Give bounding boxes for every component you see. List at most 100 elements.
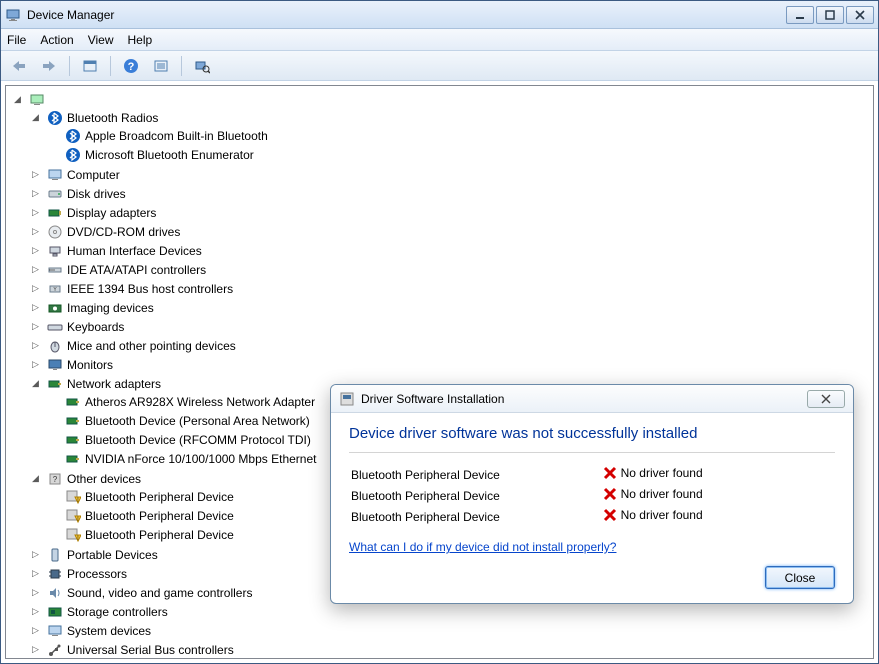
driver-install-icon (339, 391, 355, 407)
expander-icon[interactable]: ▷ (30, 226, 41, 237)
expander-icon[interactable]: ▷ (30, 549, 41, 560)
expander-icon[interactable]: ▷ (30, 625, 41, 636)
dialog-close-button[interactable] (807, 390, 845, 408)
expander-icon[interactable]: ◢ (30, 378, 41, 389)
tree-item-od-bpd[interactable]: !Bluetooth Peripheral Device (48, 507, 234, 524)
device-status: No driver found (621, 466, 703, 480)
expander-icon[interactable]: ▷ (30, 302, 41, 313)
minimize-button[interactable] (786, 6, 814, 24)
dialog-close-ok-button[interactable]: Close (765, 566, 835, 589)
menu-file[interactable]: File (7, 33, 26, 47)
tree-item-ieee1394[interactable]: ▷YIEEE 1394 Bus host controllers (30, 280, 233, 297)
dialog-heading: Device driver software was not successfu… (349, 425, 835, 453)
tree-item-bt-ms[interactable]: Microsoft Bluetooth Enumerator (48, 146, 254, 163)
tree-item-portable-devices[interactable]: ▷Portable Devices (30, 546, 158, 563)
expander-icon[interactable]: ▷ (30, 207, 41, 218)
bluetooth-icon (65, 147, 81, 163)
device-name: Bluetooth Peripheral Device (351, 510, 500, 524)
hid-icon (47, 243, 63, 259)
expander-icon[interactable]: ◢ (12, 94, 23, 105)
tree-item-monitors[interactable]: ▷Monitors (30, 356, 113, 373)
tree-item-processors[interactable]: ▷Processors (30, 565, 127, 582)
tree-label: Other devices (67, 472, 141, 486)
tree-item-system[interactable]: ▷System devices (30, 622, 151, 639)
error-icon (603, 466, 617, 480)
expander-icon[interactable]: ▷ (30, 245, 41, 256)
error-icon (603, 508, 617, 522)
tree-item-other-devices[interactable]: ◢ ? Other devices (30, 470, 141, 487)
expander-icon[interactable]: ▷ (30, 606, 41, 617)
tree-item-usb[interactable]: ▷Universal Serial Bus controllers (30, 641, 234, 658)
expander-icon[interactable]: ▷ (30, 644, 41, 655)
bluetooth-icon (65, 128, 81, 144)
tree-item-bt-apple[interactable]: Apple Broadcom Built-in Bluetooth (48, 127, 268, 144)
ieee1394-icon: Y (47, 281, 63, 297)
tree-label: IDE ATA/ATAPI controllers (67, 263, 206, 277)
tree-item-bluetooth-radios[interactable]: ◢ Bluetooth Radios (30, 109, 158, 126)
tree-item-keyboards[interactable]: ▷Keyboards (30, 318, 124, 335)
properties-button[interactable] (149, 54, 173, 78)
menu-action[interactable]: Action (40, 33, 73, 47)
tree-item-ide[interactable]: ▷ IDE ATA/ATAPI controllers (30, 261, 206, 278)
tree-item-computer[interactable]: ▷Computer (30, 166, 120, 183)
expander-icon[interactable]: ▷ (30, 359, 41, 370)
expander-icon[interactable]: ▷ (30, 587, 41, 598)
tree-label: Bluetooth Peripheral Device (85, 528, 234, 542)
tree-item-network-adapters[interactable]: ◢ Network adapters (30, 375, 161, 392)
other-devices-icon: ? (47, 471, 63, 487)
dialog-titlebar: Driver Software Installation (331, 385, 853, 413)
tree-item-storage[interactable]: ▷Storage controllers (30, 603, 168, 620)
expander-icon[interactable]: ▷ (30, 568, 41, 579)
tree-label: Bluetooth Radios (67, 111, 158, 125)
unknown-device-warning-icon: ! (65, 527, 81, 543)
expander-icon[interactable]: ▷ (30, 169, 41, 180)
tree-item-display-adapters[interactable]: ▷Display adapters (30, 204, 156, 221)
tree-item-dvd[interactable]: ▷DVD/CD-ROM drives (30, 223, 180, 240)
forward-button[interactable] (37, 54, 61, 78)
menubar: File Action View Help (1, 29, 878, 51)
show-hidden-button[interactable] (78, 54, 102, 78)
dialog-body: Device driver software was not successfu… (331, 413, 853, 603)
tree-item-od-bpd[interactable]: !Bluetooth Peripheral Device (48, 488, 234, 505)
maximize-button[interactable] (816, 6, 844, 24)
tree-root[interactable]: ◢ (12, 91, 45, 108)
help-button[interactable]: ? (119, 54, 143, 78)
unknown-device-warning-icon: ! (65, 508, 81, 524)
tree-label: Atheros AR928X Wireless Network Adapter (85, 395, 315, 409)
bluetooth-icon (47, 110, 63, 126)
tree-item-sound[interactable]: ▷Sound, video and game controllers (30, 584, 252, 601)
tree-item-hid[interactable]: ▷Human Interface Devices (30, 242, 202, 259)
expander-icon[interactable]: ◢ (30, 473, 41, 484)
tree-item-imaging[interactable]: ▷Imaging devices (30, 299, 154, 316)
menu-view[interactable]: View (88, 33, 114, 47)
expander-icon[interactable]: ▷ (30, 188, 41, 199)
display-adapter-icon (47, 205, 63, 221)
expander-icon[interactable]: ▷ (30, 264, 41, 275)
expander-icon[interactable]: ◢ (30, 112, 41, 123)
svg-text:?: ? (128, 61, 135, 73)
close-button[interactable] (846, 6, 874, 24)
expander-icon[interactable]: ▷ (30, 283, 41, 294)
menu-help[interactable]: Help (128, 33, 153, 47)
toolbar-separator (110, 56, 111, 76)
portable-device-icon (47, 547, 63, 563)
tree-item-na-atheros[interactable]: Atheros AR928X Wireless Network Adapter (48, 393, 315, 410)
unknown-device-warning-icon: ! (65, 489, 81, 505)
expander-icon[interactable]: ▷ (30, 340, 41, 351)
dialog-help-link[interactable]: What can I do if my device did not insta… (349, 540, 616, 554)
dialog-title: Driver Software Installation (361, 392, 504, 406)
device-status: No driver found (621, 508, 703, 522)
table-row: Bluetooth Peripheral Device No driver fo… (351, 465, 833, 484)
tree-item-disk-drives[interactable]: ▷Disk drives (30, 185, 126, 202)
titlebar: Device Manager (1, 1, 878, 29)
back-button[interactable] (7, 54, 31, 78)
processor-icon (47, 566, 63, 582)
expander-icon[interactable]: ▷ (30, 321, 41, 332)
tree-item-mice[interactable]: ▷Mice and other pointing devices (30, 337, 236, 354)
tree-item-na-nvidia[interactable]: NVIDIA nForce 10/100/1000 Mbps Ethernet (48, 450, 316, 467)
tree-item-od-bpd[interactable]: ! Bluetooth Peripheral Device (48, 526, 234, 543)
network-adapter-icon (65, 432, 81, 448)
tree-item-na-bt-pan[interactable]: Bluetooth Device (Personal Area Network) (48, 412, 310, 429)
tree-item-na-bt-rfcomm[interactable]: Bluetooth Device (RFCOMM Protocol TDI) (48, 431, 311, 448)
scan-button[interactable] (190, 54, 214, 78)
